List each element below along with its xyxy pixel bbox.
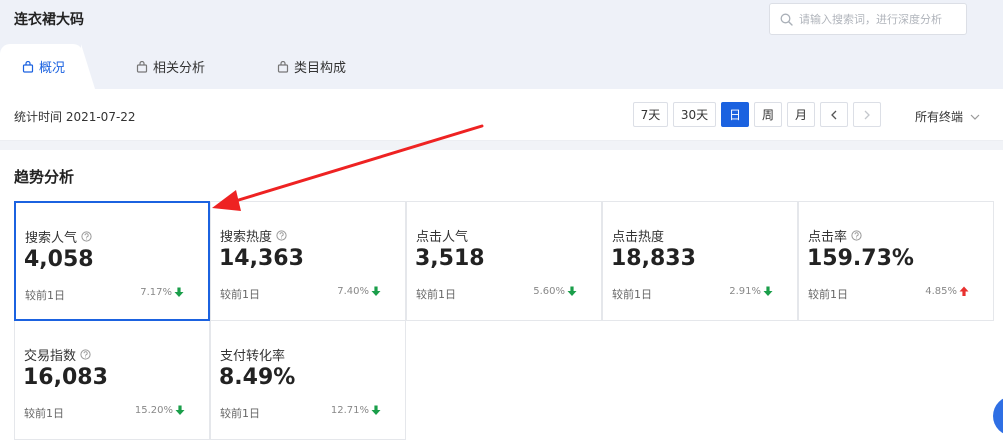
metric-card[interactable]: 搜索热度 14,363 较前1日 7.40% [210, 201, 406, 321]
header: 连衣裙大码 概况 相关分析 类目构成 [0, 0, 1003, 89]
metric-card[interactable]: 支付转化率 8.49% 较前1日 12.71% [210, 320, 406, 440]
metric-value: 18,833 [611, 246, 696, 271]
bag-icon [136, 60, 148, 73]
range-month-button[interactable]: 月 [787, 102, 815, 127]
trend-panel: 趋势分析 搜索人气 4,058 较前1日 7.17% 搜索热度 14,363 较前1日 7.4… [0, 150, 1003, 444]
metric-value: 8.49% [219, 365, 296, 390]
help-icon[interactable] [276, 230, 287, 241]
tab-label: 概况 [39, 61, 66, 76]
metric-value: 14,363 [219, 246, 304, 271]
help-icon[interactable] [80, 349, 91, 360]
metric-change: 5.60% [533, 286, 565, 297]
metric-value: 4,058 [24, 247, 94, 272]
keyword-title: 连衣裙大码 [14, 12, 84, 28]
metric-change: 15.20% [134, 405, 173, 416]
help-icon[interactable] [851, 230, 862, 241]
metric-change: 7.17% [140, 287, 172, 298]
chevron-right-icon [864, 110, 870, 119]
arrow-down-icon [567, 286, 577, 296]
arrow-down-icon [371, 405, 381, 415]
metric-label: 点击率 [808, 226, 862, 245]
arrow-down-icon [763, 286, 773, 296]
metric-compare: 较前1日 [25, 289, 65, 302]
metric-label: 交易指数 [24, 345, 91, 364]
terminal-select[interactable]: 所有终端 [915, 108, 980, 125]
metric-card[interactable]: 点击热度 18,833 较前1日 2.91% [602, 201, 798, 321]
metric-card[interactable]: 交易指数 16,083 较前1日 15.20% [14, 320, 210, 440]
metric-label: 点击热度 [612, 230, 665, 245]
metric-change: 7.40% [337, 286, 369, 297]
arrow-up-icon [959, 286, 969, 296]
range-30d-button[interactable]: 30天 [673, 102, 716, 127]
next-button[interactable] [853, 102, 881, 127]
metric-card[interactable]: 搜索人气 4,058 较前1日 7.17% [14, 201, 210, 321]
metric-card[interactable]: 点击率 159.73% 较前1日 4.85% [798, 201, 994, 321]
metric-compare: 较前1日 [416, 288, 456, 301]
metric-compare: 较前1日 [220, 407, 260, 420]
metric-change: 4.85% [925, 286, 957, 297]
tab-bar: 概况 相关分析 类目构成 [0, 44, 1003, 89]
metric-compare: 较前1日 [808, 288, 848, 301]
metric-value: 16,083 [23, 365, 108, 390]
search-icon [780, 13, 793, 26]
chevron-down-icon [970, 114, 980, 120]
metric-label: 搜索热度 [220, 226, 287, 245]
range-day-button[interactable]: 日 [721, 102, 749, 127]
tab-related[interactable]: 相关分析 [136, 44, 205, 89]
chevron-left-icon [831, 110, 837, 119]
search-input[interactable] [799, 12, 959, 26]
range-7d-button[interactable]: 7天 [633, 102, 668, 127]
search-box[interactable] [769, 3, 967, 35]
stat-time: 统计时间 2021-07-22 [14, 110, 136, 124]
metric-label: 搜索人气 [25, 227, 92, 246]
metric-compare: 较前1日 [24, 407, 64, 420]
arrow-down-icon [371, 286, 381, 296]
arrow-down-icon [175, 405, 185, 415]
prev-button[interactable] [820, 102, 848, 127]
range-week-button[interactable]: 周 [754, 102, 782, 127]
metric-change: 12.71% [330, 405, 369, 416]
metric-compare: 较前1日 [612, 288, 652, 301]
tab-overview[interactable]: 概况 [0, 44, 84, 89]
bag-icon [277, 60, 289, 73]
tab-category[interactable]: 类目构成 [277, 44, 346, 89]
metric-change: 2.91% [729, 286, 761, 297]
filter-bar: 统计时间 2021-07-22 7天 30天 日 周 月 所有终端 [0, 89, 1003, 141]
metric-label: 支付转化率 [220, 349, 286, 364]
terminal-label: 所有终端 [915, 110, 964, 124]
help-icon[interactable] [81, 231, 92, 242]
metric-compare: 较前1日 [220, 288, 260, 301]
bag-icon [22, 60, 34, 73]
section-title: 趋势分析 [14, 168, 75, 186]
metric-label: 点击人气 [416, 230, 469, 245]
metric-card[interactable]: 点击人气 3,518 较前1日 5.60% [406, 201, 602, 321]
metric-value: 3,518 [415, 246, 485, 271]
arrow-down-icon [174, 287, 184, 297]
tab-label: 类目构成 [294, 61, 347, 76]
metric-value: 159.73% [807, 246, 914, 271]
tab-label: 相关分析 [153, 61, 206, 76]
